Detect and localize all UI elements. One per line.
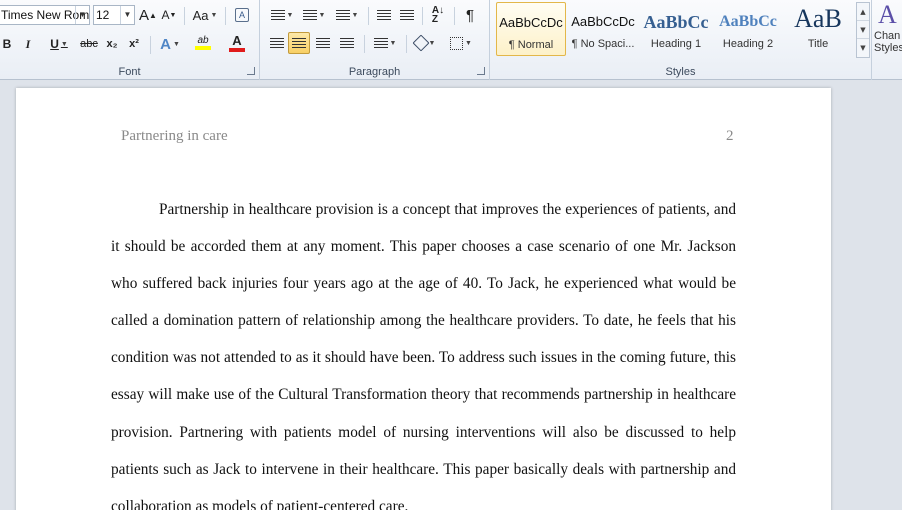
align-left-button[interactable] (266, 32, 288, 54)
subscript-button[interactable]: x₂ (103, 33, 121, 55)
sort-button[interactable]: A↓ Z (428, 4, 448, 26)
bullets-button[interactable]: ▼ (268, 4, 296, 26)
paragraph-group: ▼ ▼ ▼ A↓ Z ¶ ▼ ▼ ▼ Paragraph (260, 0, 490, 80)
style-title[interactable]: AaB Title (783, 2, 853, 56)
separator (454, 7, 455, 25)
bullet-list-icon (270, 9, 285, 21)
style-no-spacing[interactable]: AaBbCcDc ¶ No Spaci... (568, 2, 638, 56)
align-center-button[interactable] (288, 32, 310, 54)
decrease-indent-icon (377, 9, 391, 21)
numbered-list-icon (302, 9, 317, 21)
style-heading-2[interactable]: AaBbCc Heading 2 (713, 2, 783, 56)
borders-icon (450, 36, 464, 50)
separator (406, 35, 407, 53)
style-heading-1[interactable]: AaBbCc Heading 1 (641, 2, 711, 56)
separator (184, 7, 185, 25)
paragraph-group-label: Paragraph (348, 66, 401, 78)
document-area: Partnering in care 2 Partnership in heal… (0, 80, 902, 510)
align-left-icon (270, 37, 284, 49)
separator (150, 36, 151, 54)
change-case-button[interactable]: Aa ▼ (190, 4, 220, 26)
separator (422, 7, 423, 25)
shrink-font-button[interactable]: A ▼ (160, 4, 178, 26)
line-spacing-icon (373, 37, 388, 49)
separator (368, 7, 369, 25)
justify-icon (340, 37, 354, 49)
multilevel-list-button[interactable]: ▼ (332, 4, 362, 26)
show-formatting-button[interactable]: ¶ (460, 4, 480, 26)
paint-bucket-icon (412, 34, 430, 52)
separator (225, 7, 226, 25)
sort-icon: A↓ Z (431, 5, 445, 25)
font-group-label: Font (118, 66, 141, 78)
bold-button[interactable]: B (0, 33, 14, 55)
gallery-up-icon[interactable]: ▲ (857, 3, 869, 21)
body-paragraph[interactable]: Partnership in healthcare provision is a… (111, 191, 736, 510)
align-right-button[interactable] (312, 32, 334, 54)
borders-button[interactable]: ▼ (446, 32, 476, 54)
line-spacing-button[interactable]: ▼ (370, 32, 400, 54)
decrease-indent-button[interactable] (374, 4, 394, 26)
document-page[interactable]: Partnering in care 2 Partnership in heal… (16, 88, 831, 510)
align-right-icon (316, 37, 330, 49)
change-styles-label: Chan (874, 30, 901, 42)
strikethrough-button[interactable]: abc (78, 33, 100, 55)
style-name: Heading 1 (650, 38, 702, 50)
shading-button[interactable]: ▼ (410, 32, 440, 54)
style-sample: AaBbCcDc (499, 15, 563, 30)
style-normal[interactable]: AaBbCcDc ¶ Normal (496, 2, 566, 56)
increase-indent-button[interactable] (397, 4, 417, 26)
grow-font-button[interactable]: A ▲ (139, 4, 157, 26)
style-name: Title (807, 38, 829, 50)
text-effects-button[interactable]: A ▼ (156, 33, 184, 55)
eraser-icon: A (235, 8, 249, 22)
ribbon: Times New Rom ▼ 12 ▼ A ▲ A ▼ Aa ▼ A B I U ▼ … (0, 0, 902, 80)
change-styles-icon: A (878, 0, 897, 29)
page-number: 2 (726, 128, 734, 144)
styles-gallery-scroll[interactable]: ▲ ▼ ▼ (856, 2, 870, 58)
gallery-down-icon[interactable]: ▼ (857, 21, 869, 39)
chevron-down-icon[interactable]: ▼ (75, 6, 89, 24)
highlight-color-swatch (195, 45, 211, 50)
multilevel-list-icon (335, 9, 350, 21)
highlight-button[interactable]: ab (188, 31, 218, 53)
font-group: Times New Rom ▼ 12 ▼ A ▲ A ▼ Aa ▼ A B I U ▼ … (0, 0, 260, 80)
style-sample: AaB (794, 4, 842, 33)
style-name: Heading 2 (722, 38, 774, 50)
increase-indent-icon (400, 9, 414, 21)
style-sample: AaBbCcDc (571, 14, 635, 29)
font-name-combo[interactable]: Times New Rom ▼ (0, 5, 90, 25)
styles-gallery: AaBbCcDc ¶ Normal AaBbCcDc ¶ No Spaci...… (494, 0, 854, 62)
chevron-down-icon[interactable]: ▼ (120, 6, 134, 24)
pilcrow-icon: ¶ (465, 6, 475, 24)
style-sample: AaBbCc (643, 12, 709, 32)
style-name: ¶ No Spaci... (571, 38, 635, 50)
font-color-button[interactable]: A (222, 31, 252, 53)
change-styles-label-2: Styles (874, 42, 902, 54)
font-color-swatch (229, 47, 245, 52)
superscript-button[interactable]: x² (125, 33, 143, 55)
styles-group-label: Styles (665, 66, 696, 78)
running-header-title: Partnering in care (121, 128, 228, 144)
justify-button[interactable] (336, 32, 358, 54)
separator (364, 35, 365, 53)
underline-button[interactable]: U ▼ (44, 33, 74, 55)
style-sample: AaBbCc (719, 13, 777, 30)
numbering-button[interactable]: ▼ (300, 4, 328, 26)
font-size-value: 12 (96, 8, 110, 22)
gallery-more-icon[interactable]: ▼ (857, 39, 869, 57)
italic-button[interactable]: I (20, 33, 36, 55)
align-center-icon (292, 37, 306, 49)
style-name: ¶ Normal (508, 39, 554, 51)
paragraph-dialog-launcher-icon[interactable] (477, 67, 485, 75)
font-size-combo[interactable]: 12 ▼ (93, 5, 135, 25)
font-dialog-launcher-icon[interactable] (247, 67, 255, 75)
clear-formatting-button[interactable]: A (232, 4, 252, 26)
change-styles-button[interactable]: A Chan Styles (874, 0, 902, 62)
